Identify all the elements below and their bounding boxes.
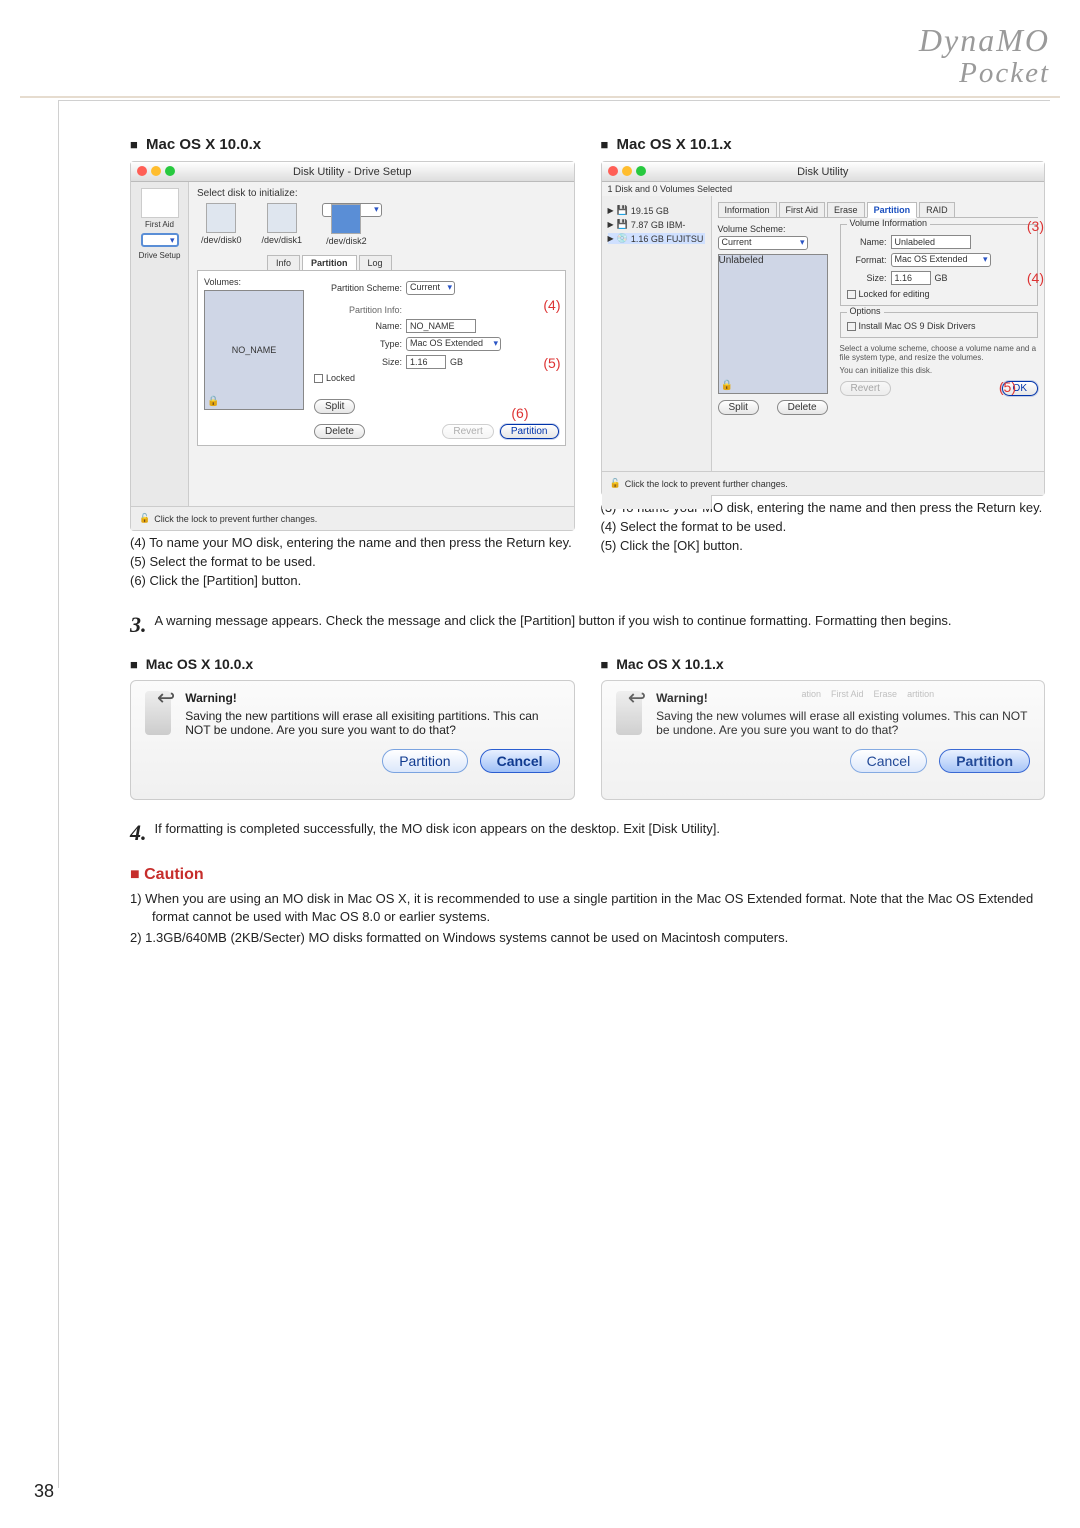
volume-map[interactable]: NO_NAME🔒	[204, 290, 304, 410]
partition-button[interactable]: Partition	[500, 424, 559, 439]
locked-checkbox[interactable]: Locked	[314, 373, 559, 383]
lock-icon: 🔒	[721, 380, 733, 391]
screenshot-disk-utility-100x: Disk Utility - Drive Setup First Aid Dri…	[130, 161, 575, 531]
partition-button[interactable]: Partition	[939, 749, 1030, 773]
disk-arrow-icon	[145, 691, 171, 735]
scheme-select[interactable]: Current	[406, 281, 455, 295]
hint-text: Select a volume scheme, choose a volume …	[840, 344, 1039, 362]
revert-button: Revert	[840, 381, 891, 396]
tab-information[interactable]: Information	[718, 202, 777, 217]
caution-list: 1) When you are using an MO disk in Mac …	[130, 890, 1045, 947]
dialog-title: Warning!	[185, 691, 559, 705]
content-area: ■ Mac OS X 10.0.x Disk Utility - Drive S…	[130, 130, 1045, 951]
options-title: Options	[847, 306, 884, 316]
padlock-icon: 🔓	[610, 478, 621, 489]
cancel-button[interactable]: Cancel	[480, 749, 560, 773]
callout-3: (3)	[1027, 218, 1044, 234]
install-drivers-checkbox[interactable]: Install Mac OS 9 Disk Drivers	[847, 321, 1032, 331]
padlock-icon: 🔓	[139, 513, 150, 524]
screenshot-disk-utility-101x: Disk Utility 1 Disk and 0 Volumes Select…	[601, 161, 1046, 496]
tab-erase[interactable]: Erase	[827, 202, 865, 217]
disk-tree: ▶💾 19.15 GB ▶💾 7.87 GB IBM- ▶💿 1.16 GB F…	[602, 196, 712, 509]
vscheme-select[interactable]: Current	[718, 236, 808, 250]
page-number: 38	[34, 1481, 54, 1502]
callout-4: (4)	[543, 297, 560, 313]
select-disk-label: Select disk to initialize:	[197, 188, 566, 199]
warning-dialog-101x: ationFirst AidEraseartition Warning! Sav…	[601, 680, 1046, 800]
window-title: Disk Utility - Drive Setup	[293, 166, 412, 178]
caution-heading: ■ Caution	[130, 866, 1045, 884]
name-input[interactable]: Unlabeled	[891, 235, 971, 249]
traffic-lights[interactable]	[137, 166, 175, 176]
lock-footer[interactable]: 🔓Click the lock to prevent further chang…	[131, 506, 574, 530]
size-input[interactable]: 1.16	[406, 355, 446, 369]
right-section-heading: ■ Mac OS X 10.1.x	[601, 136, 1046, 153]
callout-5: (5)	[543, 355, 560, 371]
left-section-heading: ■ Mac OS X 10.0.x	[130, 136, 575, 153]
dialog-body: Saving the new volumes will erase all ex…	[656, 709, 1027, 737]
disk0[interactable]: /dev/disk0	[201, 203, 242, 245]
volume-map[interactable]: Unlabeled🔒	[718, 254, 828, 394]
step-4: 4. If formatting is completed successful…	[130, 820, 1045, 846]
minimize-icon[interactable]	[622, 166, 632, 176]
locked-checkbox[interactable]: Locked for editing	[847, 289, 1032, 299]
close-icon[interactable]	[608, 166, 618, 176]
disk2[interactable]: /dev/disk2	[322, 203, 382, 217]
disk-arrow-icon	[616, 691, 643, 735]
size-input[interactable]: 1.16	[891, 271, 931, 285]
brand-line2: Pocket	[919, 57, 1050, 90]
tree-item[interactable]: ▶💾 7.87 GB IBM-	[608, 219, 705, 230]
traffic-lights[interactable]	[608, 166, 646, 176]
tab-partition[interactable]: Partition	[867, 202, 918, 218]
hint-text-2: You can initialize this disk.	[840, 366, 1039, 375]
warning-dialog-100x: Warning! Saving the new partitions will …	[130, 680, 575, 800]
sidebar: First Aid Drive Setup	[131, 182, 189, 530]
window-titlebar: Disk Utility - Drive Setup	[131, 162, 574, 182]
callout-4: (4)	[1027, 270, 1044, 286]
volumes-label: Volumes:	[204, 277, 304, 287]
partition-button[interactable]: Partition	[382, 749, 467, 773]
vscheme-label: Volume Scheme:	[718, 224, 828, 234]
dialog-body: Saving the new partitions will erase all…	[185, 709, 538, 737]
tab-partition[interactable]: Partition	[302, 255, 357, 270]
delete-button[interactable]: Delete	[777, 400, 828, 415]
close-icon[interactable]	[137, 166, 147, 176]
sidebar-header: 1 Disk and 0 Volumes Selected	[602, 182, 1045, 196]
tab-info[interactable]: Info	[267, 255, 300, 270]
split-button[interactable]: Split	[314, 399, 355, 414]
lock-icon: 🔒	[207, 396, 219, 407]
delete-button[interactable]: Delete	[314, 424, 365, 439]
cancel-button[interactable]: Cancel	[850, 749, 928, 773]
callout-5: (5)	[999, 379, 1016, 395]
sidebar-drivesetup[interactable]: Drive Setup	[136, 233, 184, 260]
lock-footer[interactable]: 🔓Click the lock to prevent further chang…	[602, 471, 1045, 495]
revert-button: Revert	[442, 424, 493, 439]
ghost-tabs: ationFirst AidEraseartition	[802, 689, 1037, 699]
format-select[interactable]: Mac OS Extended	[891, 253, 991, 267]
type-select[interactable]: Mac OS Extended	[406, 337, 501, 351]
zoom-icon[interactable]	[636, 166, 646, 176]
zoom-icon[interactable]	[165, 166, 175, 176]
tab-log[interactable]: Log	[359, 255, 392, 270]
step-3: 3. A warning message appears. Check the …	[130, 612, 1045, 638]
disk1[interactable]: /dev/disk1	[262, 203, 303, 245]
dialog-right-heading: ■ Mac OS X 10.1.x	[601, 656, 1046, 672]
name-input[interactable]: NO_NAME	[406, 319, 476, 333]
brand-line1: DynaMO	[919, 22, 1050, 59]
header-divider	[20, 96, 1060, 98]
tab-raid[interactable]: RAID	[919, 202, 955, 217]
page-header: DynaMO Pocket	[919, 22, 1050, 90]
callout-6: (6)	[511, 405, 528, 421]
split-button[interactable]: Split	[718, 400, 759, 415]
window-titlebar: Disk Utility	[602, 162, 1045, 182]
sidebar-firstaid[interactable]: First Aid	[136, 188, 184, 229]
minimize-icon[interactable]	[151, 166, 161, 176]
tree-item[interactable]: ▶💿 1.16 GB FUJITSU	[608, 233, 705, 244]
dialog-left-heading: ■ Mac OS X 10.0.x	[130, 656, 575, 672]
left-steps: (4) To name your MO disk, entering the n…	[130, 535, 575, 588]
volume-info-title: Volume Information	[847, 218, 931, 228]
window-title: Disk Utility	[797, 166, 848, 178]
tree-item[interactable]: ▶💾 19.15 GB	[608, 205, 705, 216]
tab-firstaid[interactable]: First Aid	[779, 202, 826, 217]
